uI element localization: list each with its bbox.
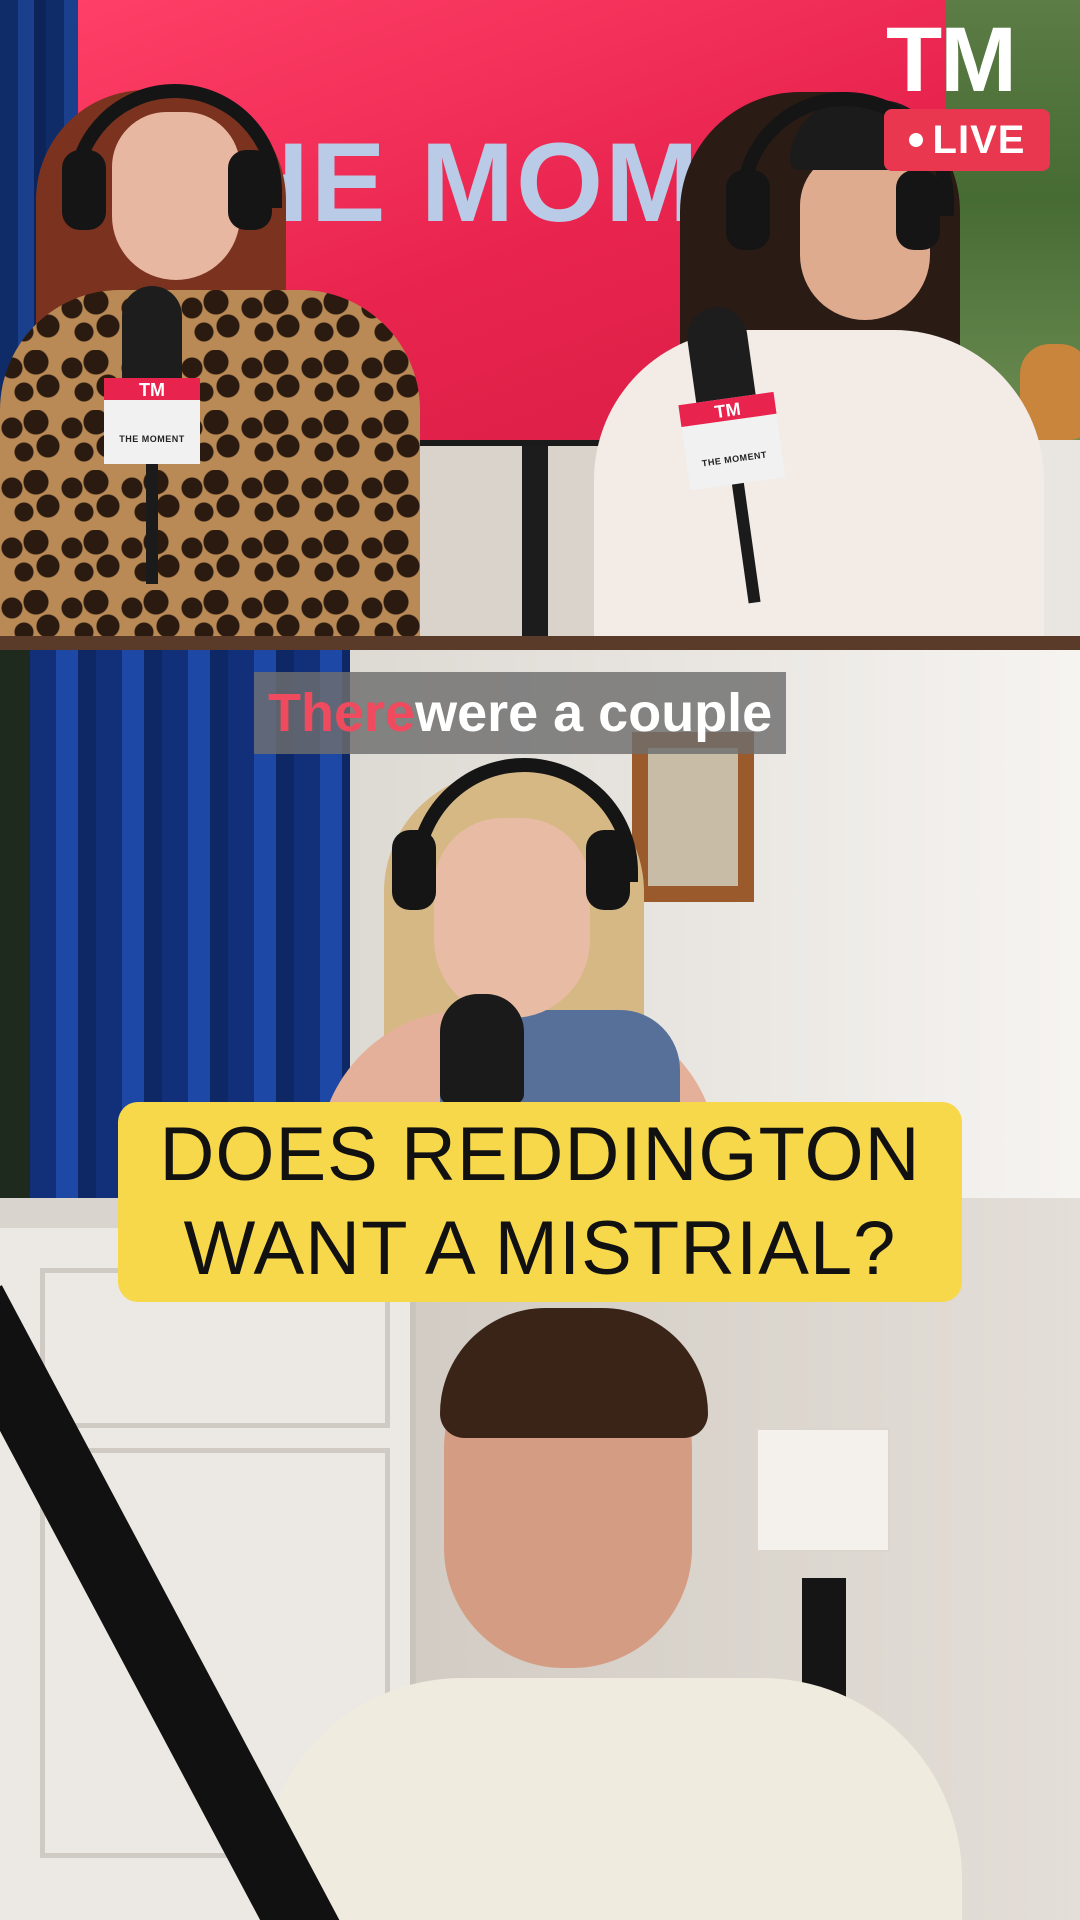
live-dot-icon — [908, 133, 923, 147]
headphone-cup — [62, 150, 106, 230]
host-left-leopard-jacket — [0, 290, 420, 650]
headphone-cup — [586, 830, 630, 910]
mic-icon — [122, 286, 182, 386]
mic-flag-name: THE MOMENT — [119, 434, 185, 444]
live-label: LIVE — [932, 117, 1026, 162]
channel-logo: TM — [886, 9, 1017, 111]
mic-icon — [683, 303, 757, 411]
mic-flag-logo: TM — [139, 380, 165, 400]
headphone-cup — [228, 150, 272, 230]
mic-stand — [731, 482, 761, 604]
studio-mic-left: TM THE MOMENT — [104, 286, 200, 586]
guest-sweater — [262, 1678, 962, 1920]
mic-flag-name: THE MOMENT — [701, 449, 768, 469]
headline-line-1: DOES REDDINGTON — [159, 1112, 921, 1197]
mic-flag: TM THE MOMENT — [104, 378, 200, 464]
host-right-sweater — [594, 330, 1044, 650]
video-panel-guest-2 — [0, 1198, 1080, 1920]
live-badge: LIVE — [884, 109, 1050, 171]
picture-frame — [632, 732, 754, 902]
tv-stand — [522, 446, 548, 650]
caption-highlighted-word: There — [268, 683, 416, 743]
desk-edge — [0, 636, 1080, 650]
caption-text: were a couple — [415, 683, 773, 743]
lampshade — [756, 1428, 890, 1552]
headphone-cup — [392, 830, 436, 910]
mic-flag-logo: TM — [713, 398, 742, 423]
picture — [648, 748, 738, 886]
mic-stand — [146, 464, 158, 584]
mic-flag: TM THE MOMENT — [678, 391, 786, 491]
headphone-cup — [726, 170, 770, 250]
headphone-cup — [896, 170, 940, 250]
mic-icon — [440, 994, 524, 1104]
video-panel-studio: HE MOMEN TM THE MOMENT TM THE MOMENT TM … — [0, 0, 1080, 650]
headline-line-2: WANT A MISTRIAL? — [183, 1206, 897, 1291]
headline-banner: DOES REDDINGTON WANT A MISTRIAL? — [118, 1102, 962, 1302]
live-caption: There were a couple — [254, 672, 787, 754]
